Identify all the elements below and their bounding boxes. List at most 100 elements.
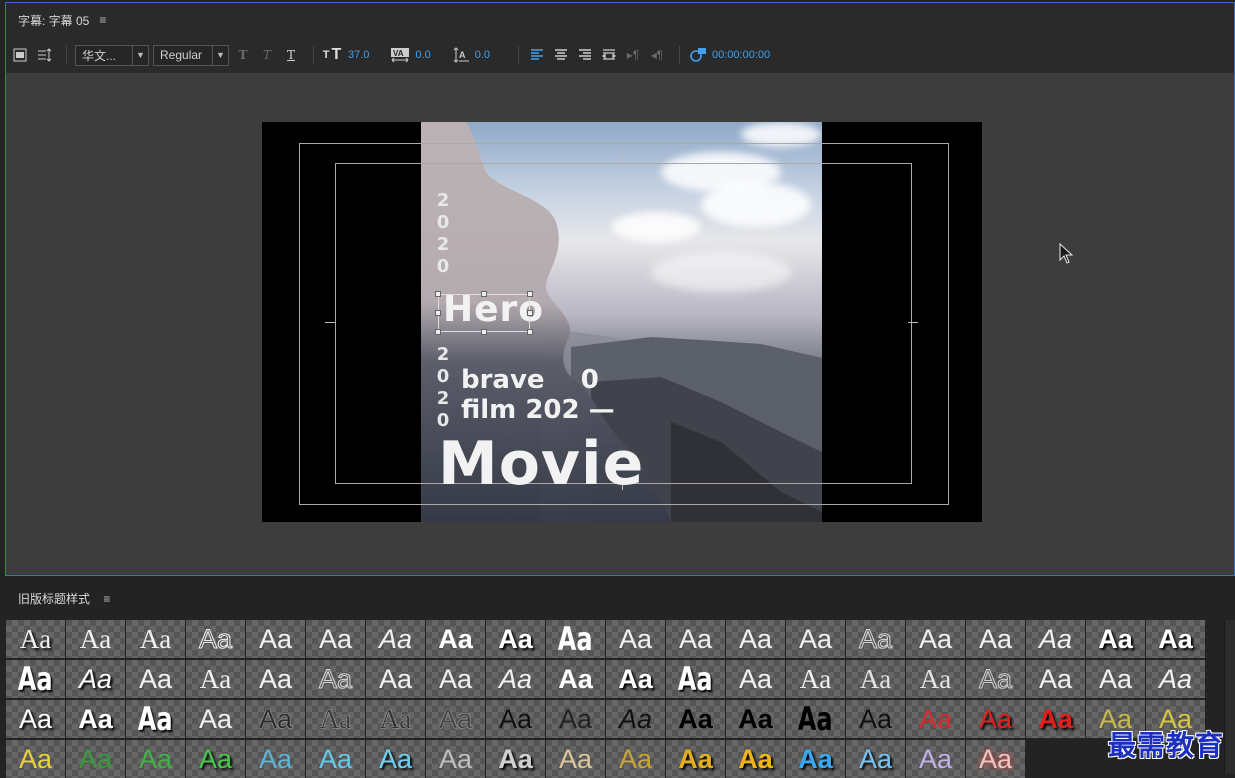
style-swatch[interactable]: Aa — [366, 700, 425, 738]
resize-handle[interactable] — [435, 291, 441, 297]
movie-text[interactable]: Movie — [438, 432, 644, 496]
style-swatch[interactable]: Aa — [1086, 660, 1145, 698]
kerning-value[interactable]: 0.0 — [415, 49, 430, 61]
style-swatch[interactable]: Aa — [726, 740, 785, 778]
style-swatch[interactable]: Aa — [306, 700, 365, 738]
align-center-icon[interactable] — [551, 45, 571, 65]
resize-handle[interactable] — [527, 291, 533, 297]
style-swatch[interactable]: Aa — [846, 740, 905, 778]
resize-handle[interactable] — [435, 329, 441, 335]
style-swatch[interactable]: Aa — [966, 660, 1025, 698]
font-style-select[interactable]: Regular ▼ — [153, 44, 229, 66]
styles-panel-title[interactable]: 旧版标题样式 — [18, 592, 90, 606]
font-family-select[interactable]: 华文... ▼ — [75, 44, 149, 66]
style-swatch[interactable]: Aa — [906, 700, 965, 738]
resize-handle[interactable] — [527, 329, 533, 335]
style-swatch[interactable]: Aa — [126, 700, 185, 738]
style-swatch[interactable]: Aa — [66, 700, 125, 738]
style-swatch[interactable]: Aa — [186, 660, 245, 698]
style-swatch[interactable]: Aa — [606, 620, 665, 658]
leading-value[interactable]: 0.0 — [475, 49, 490, 61]
style-swatch[interactable]: Aa — [786, 620, 845, 658]
year-text-vertical[interactable]: 2 0 2 0 — [436, 190, 450, 278]
style-swatch[interactable]: Aa — [906, 620, 965, 658]
style-swatch[interactable]: Aa — [726, 620, 785, 658]
style-swatch[interactable]: Aa — [1026, 660, 1085, 698]
timecode-value[interactable]: 00:00:00:00 — [712, 49, 770, 61]
style-swatch[interactable]: Aa — [426, 620, 485, 658]
style-swatch[interactable]: Aa — [6, 700, 65, 738]
style-swatch[interactable]: Aa — [366, 740, 425, 778]
style-swatch[interactable]: Aa — [1026, 620, 1085, 658]
justify-icon[interactable] — [599, 45, 619, 65]
style-swatch[interactable]: Aa — [666, 740, 725, 778]
background-video-icon[interactable] — [688, 45, 708, 65]
style-swatch[interactable]: Aa — [126, 740, 185, 778]
style-swatch[interactable]: Aa — [66, 740, 125, 778]
style-swatch[interactable]: Aa — [486, 660, 545, 698]
style-swatch[interactable]: Aa — [306, 620, 365, 658]
style-swatch[interactable]: Aa — [546, 740, 605, 778]
italic-icon[interactable]: T — [257, 45, 277, 65]
style-swatch[interactable]: Aa — [6, 620, 65, 658]
style-swatch[interactable]: Aa — [546, 660, 605, 698]
style-swatch[interactable]: Aa — [786, 700, 845, 738]
style-swatch[interactable]: Aa — [426, 700, 485, 738]
style-swatch[interactable]: Aa — [666, 660, 725, 698]
title-canvas[interactable]: 2 0 2 0 Hero 2 0 2 0 brave 0 film 202 — … — [6, 73, 1234, 575]
style-swatch[interactable]: Aa — [906, 740, 965, 778]
style-swatch[interactable]: Aa — [246, 740, 305, 778]
style-swatch[interactable]: Aa — [426, 740, 485, 778]
style-swatch[interactable]: Aa — [1146, 620, 1205, 658]
style-swatch[interactable]: Aa — [246, 660, 305, 698]
style-swatch[interactable]: Aa — [606, 700, 665, 738]
selection-box[interactable] — [438, 294, 530, 332]
style-swatch[interactable]: Aa — [486, 700, 545, 738]
style-swatch[interactable]: Aa — [846, 620, 905, 658]
video-frame[interactable]: 2 0 2 0 Hero 2 0 2 0 brave 0 film 202 — … — [262, 122, 982, 522]
font-size-value[interactable]: 37.0 — [348, 49, 369, 61]
scrollbar[interactable] — [1224, 620, 1235, 774]
style-swatch[interactable]: Aa — [66, 620, 125, 658]
paragraph-rtl-icon[interactable]: ◂¶ — [647, 45, 667, 65]
style-swatch[interactable]: Aa — [966, 620, 1025, 658]
style-swatch[interactable]: Aa — [1146, 660, 1205, 698]
style-swatch[interactable]: Aa — [846, 700, 905, 738]
resize-handle[interactable] — [481, 329, 487, 335]
style-swatch[interactable]: Aa — [126, 660, 185, 698]
bold-icon[interactable]: T — [233, 45, 253, 65]
style-swatch[interactable]: Aa — [966, 700, 1025, 738]
style-swatch[interactable]: Aa — [306, 740, 365, 778]
style-swatch[interactable]: Aa — [246, 620, 305, 658]
style-swatch[interactable]: Aa — [726, 700, 785, 738]
underline-icon[interactable]: T — [281, 45, 301, 65]
style-swatch[interactable]: Aa — [186, 700, 245, 738]
resize-handle[interactable] — [435, 310, 441, 316]
style-swatch[interactable]: Aa — [606, 740, 665, 778]
style-swatch[interactable]: Aa — [546, 620, 605, 658]
resize-handle[interactable] — [527, 310, 533, 316]
style-swatch[interactable]: Aa — [726, 660, 785, 698]
style-swatch[interactable]: Aa — [786, 740, 845, 778]
style-swatch[interactable]: Aa — [186, 620, 245, 658]
brave-text[interactable]: brave 0 — [461, 365, 599, 395]
style-swatch[interactable]: Aa — [906, 660, 965, 698]
style-swatch[interactable]: Aa — [366, 620, 425, 658]
style-swatch[interactable]: Aa — [966, 740, 1025, 778]
style-swatch[interactable]: Aa — [246, 700, 305, 738]
style-swatch[interactable]: Aa — [426, 660, 485, 698]
panel-menu-icon[interactable]: ≡ — [99, 13, 106, 27]
style-swatch[interactable]: Aa — [66, 660, 125, 698]
resize-handle[interactable] — [481, 291, 487, 297]
style-swatch[interactable]: Aa — [306, 660, 365, 698]
panel-tab-title[interactable]: 字幕: 字幕 05 — [18, 12, 89, 29]
align-right-icon[interactable] — [575, 45, 595, 65]
roll-crawl-icon[interactable] — [10, 45, 30, 65]
style-swatch[interactable]: Aa — [6, 740, 65, 778]
panel-menu-icon[interactable]: ≡ — [103, 592, 110, 606]
year-text-vertical[interactable]: 2 0 2 0 — [436, 344, 450, 432]
tab-stops-icon[interactable] — [34, 45, 54, 65]
style-swatch[interactable]: Aa — [546, 700, 605, 738]
style-swatch[interactable]: Aa — [1086, 620, 1145, 658]
style-swatch[interactable]: Aa — [666, 700, 725, 738]
